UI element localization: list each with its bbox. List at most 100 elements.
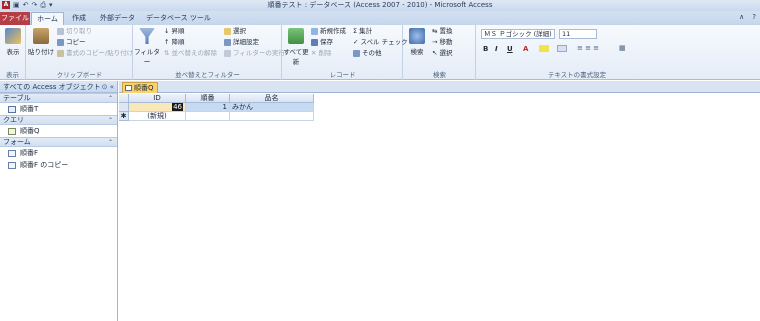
access-window: A ▣ ↶ ↷ ⎙ ▾ 順番テスト : データベース (Access 2007 … bbox=[0, 0, 760, 321]
collapse-ribbon-icon[interactable]: ∧ bbox=[739, 13, 744, 21]
delete-label: 削除 bbox=[318, 49, 332, 57]
group-find: 検索 ⇆ 置換 → 移動 ↖ 選択 検索 bbox=[404, 25, 476, 80]
window-title: 順番テスト : データベース (Access 2007 - 2010) - Mi… bbox=[267, 1, 493, 9]
fill-color-icon[interactable] bbox=[557, 45, 567, 52]
group-sort-filter: フィルター ↓ 昇順 ↑ 降順 ⇅ 並べ替えの解除 選択 詳細設定 フィルターの実行 … bbox=[134, 25, 285, 80]
nav-item-query[interactable]: 順番Q bbox=[0, 125, 117, 137]
nav-item-form-copy[interactable]: 順番F のコピー bbox=[0, 159, 117, 171]
spelling-icon: ✓ bbox=[353, 38, 359, 46]
column-header-name[interactable]: 品名 bbox=[230, 94, 314, 103]
table-row[interactable]: 46 1 みかん bbox=[119, 103, 314, 112]
sort-ascending-button[interactable]: ↓ 昇順 bbox=[164, 27, 184, 36]
datasheet-grid: ID 順番 品名 46 1 みかん ✱ (新規) bbox=[119, 94, 314, 121]
save-icon[interactable]: ▣ bbox=[13, 1, 20, 10]
tab-home[interactable]: ホーム bbox=[31, 12, 64, 25]
cell-new-name[interactable] bbox=[230, 112, 314, 121]
redo-icon[interactable]: ↷ bbox=[32, 1, 38, 10]
query-icon bbox=[125, 85, 132, 91]
form-icon bbox=[8, 161, 16, 169]
sort-descending-button[interactable]: ↑ 降順 bbox=[164, 38, 184, 47]
nav-section-forms[interactable]: フォーム ⌃ bbox=[0, 137, 117, 147]
font-size-combo[interactable]: 11 bbox=[559, 29, 597, 39]
filter-button[interactable]: フィルター bbox=[134, 28, 160, 66]
undo-icon[interactable]: ↶ bbox=[23, 1, 29, 10]
cell-order[interactable]: 1 bbox=[186, 103, 230, 112]
toggle-filter-button[interactable]: フィルターの実行 bbox=[224, 49, 285, 58]
refresh-all-button[interactable]: すべて更新 bbox=[283, 28, 309, 66]
clear-sort-button[interactable]: ⇅ 並べ替えの解除 bbox=[164, 49, 217, 58]
delete-record-button[interactable]: ✕ 削除 bbox=[311, 49, 331, 58]
new-record-label: 新規作成 bbox=[320, 27, 346, 35]
select-button[interactable]: ↖ 選択 bbox=[432, 49, 452, 58]
select-label: 選択 bbox=[439, 49, 453, 57]
replace-button[interactable]: ⇆ 置換 bbox=[432, 27, 452, 36]
tab-database-tools[interactable]: データベース ツール bbox=[140, 12, 217, 25]
italic-button[interactable]: I bbox=[495, 45, 498, 53]
copy-button[interactable]: コピー bbox=[57, 38, 86, 47]
goto-button[interactable]: → 移動 bbox=[432, 38, 452, 47]
tab-create[interactable]: 作成 bbox=[66, 12, 92, 25]
replace-icon: ⇆ bbox=[432, 27, 438, 35]
document-area: 順番Q ID 順番 品名 46 1 みかん ✱ (新規) bbox=[119, 81, 760, 321]
advanced-filter-icon bbox=[224, 39, 231, 46]
document-tabs: 順番Q bbox=[119, 81, 760, 93]
cell-new-order[interactable] bbox=[186, 112, 230, 121]
new-record-row[interactable]: ✱ (新規) bbox=[119, 112, 314, 121]
save-record-button[interactable]: 保存 bbox=[311, 38, 333, 47]
paste-button[interactable]: 貼り付け bbox=[28, 28, 54, 56]
select-all-corner[interactable] bbox=[119, 94, 129, 103]
title-bar: A ▣ ↶ ↷ ⎙ ▾ 順番テスト : データベース (Access 2007 … bbox=[0, 0, 760, 11]
binoculars-icon bbox=[409, 28, 425, 44]
align-icons[interactable]: ≡ ≡ ≡ bbox=[577, 44, 599, 52]
quick-access-toolbar: A ▣ ↶ ↷ ⎙ ▾ bbox=[2, 1, 53, 10]
cell-name[interactable]: みかん bbox=[230, 103, 314, 112]
print-icon[interactable]: ⎙ bbox=[40, 1, 46, 10]
row-selector[interactable] bbox=[119, 103, 129, 112]
section-label-queries: クエリ bbox=[3, 116, 24, 124]
tab-external-data[interactable]: 外部データ bbox=[94, 12, 141, 25]
sigma-icon: Σ bbox=[353, 27, 358, 35]
nav-section-tables[interactable]: テーブル ⌃ bbox=[0, 93, 117, 103]
doc-tab-query[interactable]: 順番Q bbox=[122, 82, 158, 93]
font-color-button[interactable]: A bbox=[523, 45, 528, 53]
advanced-label: 詳細設定 bbox=[233, 38, 259, 46]
cell-new-id[interactable]: (新規) bbox=[129, 112, 186, 121]
customize-icon[interactable]: ▾ bbox=[49, 1, 53, 10]
gridlines-icon[interactable]: ▦ bbox=[619, 44, 626, 52]
column-header-order[interactable]: 順番 bbox=[186, 94, 230, 103]
spelling-button[interactable]: ✓ スペル チェック bbox=[353, 38, 408, 47]
find-button[interactable]: 検索 bbox=[404, 28, 430, 56]
column-header-id[interactable]: ID bbox=[129, 94, 186, 103]
underline-button[interactable]: U bbox=[507, 45, 513, 53]
ribbon-tab-row: ファイル ホーム 作成 外部データ データベース ツール ∧ ? bbox=[0, 11, 760, 25]
nav-section-queries[interactable]: クエリ ⌃ bbox=[0, 115, 117, 125]
help-icon[interactable]: ? bbox=[752, 13, 756, 21]
cell-id[interactable]: 46 bbox=[129, 103, 186, 112]
copy-label: コピー bbox=[66, 38, 86, 46]
view-button[interactable]: 表示 bbox=[0, 28, 26, 56]
more-button[interactable]: その他 bbox=[353, 49, 382, 58]
query-name: 順番Q bbox=[20, 127, 40, 135]
format-painter-button[interactable]: 書式のコピー/貼り付け bbox=[57, 49, 133, 58]
sort-descending-icon: ↑ bbox=[164, 38, 170, 46]
access-app-icon[interactable]: A bbox=[2, 1, 10, 9]
totals-button[interactable]: Σ 集計 bbox=[353, 27, 372, 36]
ribbon: 表示 表示 貼り付け 切り取り コピー 書式のコピー/貼り付け クリップボード … bbox=[0, 25, 760, 80]
clear-sort-icon: ⇅ bbox=[164, 49, 170, 57]
collapse-nav-icon[interactable]: ⊙ « bbox=[102, 81, 114, 93]
new-row-selector[interactable]: ✱ bbox=[119, 112, 129, 121]
nav-item-form[interactable]: 順番F bbox=[0, 147, 117, 159]
tab-file[interactable]: ファイル bbox=[0, 12, 30, 25]
nav-pane-header[interactable]: すべての Access オブジェクト ⊙ « bbox=[0, 81, 117, 93]
advanced-filter-button[interactable]: 詳細設定 bbox=[224, 38, 259, 47]
cut-button[interactable]: 切り取り bbox=[57, 27, 92, 36]
nav-item-table[interactable]: 順番T bbox=[0, 103, 117, 115]
bold-button[interactable]: B bbox=[483, 45, 488, 53]
selection-button[interactable]: 選択 bbox=[224, 27, 246, 36]
form-copy-name: 順番F のコピー bbox=[20, 161, 69, 169]
chevron-up-icon: ⌃ bbox=[107, 95, 113, 102]
highlight-icon[interactable] bbox=[539, 45, 549, 52]
font-name-combo[interactable]: ＭＳ Ｐゴシック (詳細) bbox=[481, 29, 555, 39]
group-view: 表示 表示 bbox=[0, 25, 26, 80]
new-record-button[interactable]: 新規作成 bbox=[311, 27, 346, 36]
